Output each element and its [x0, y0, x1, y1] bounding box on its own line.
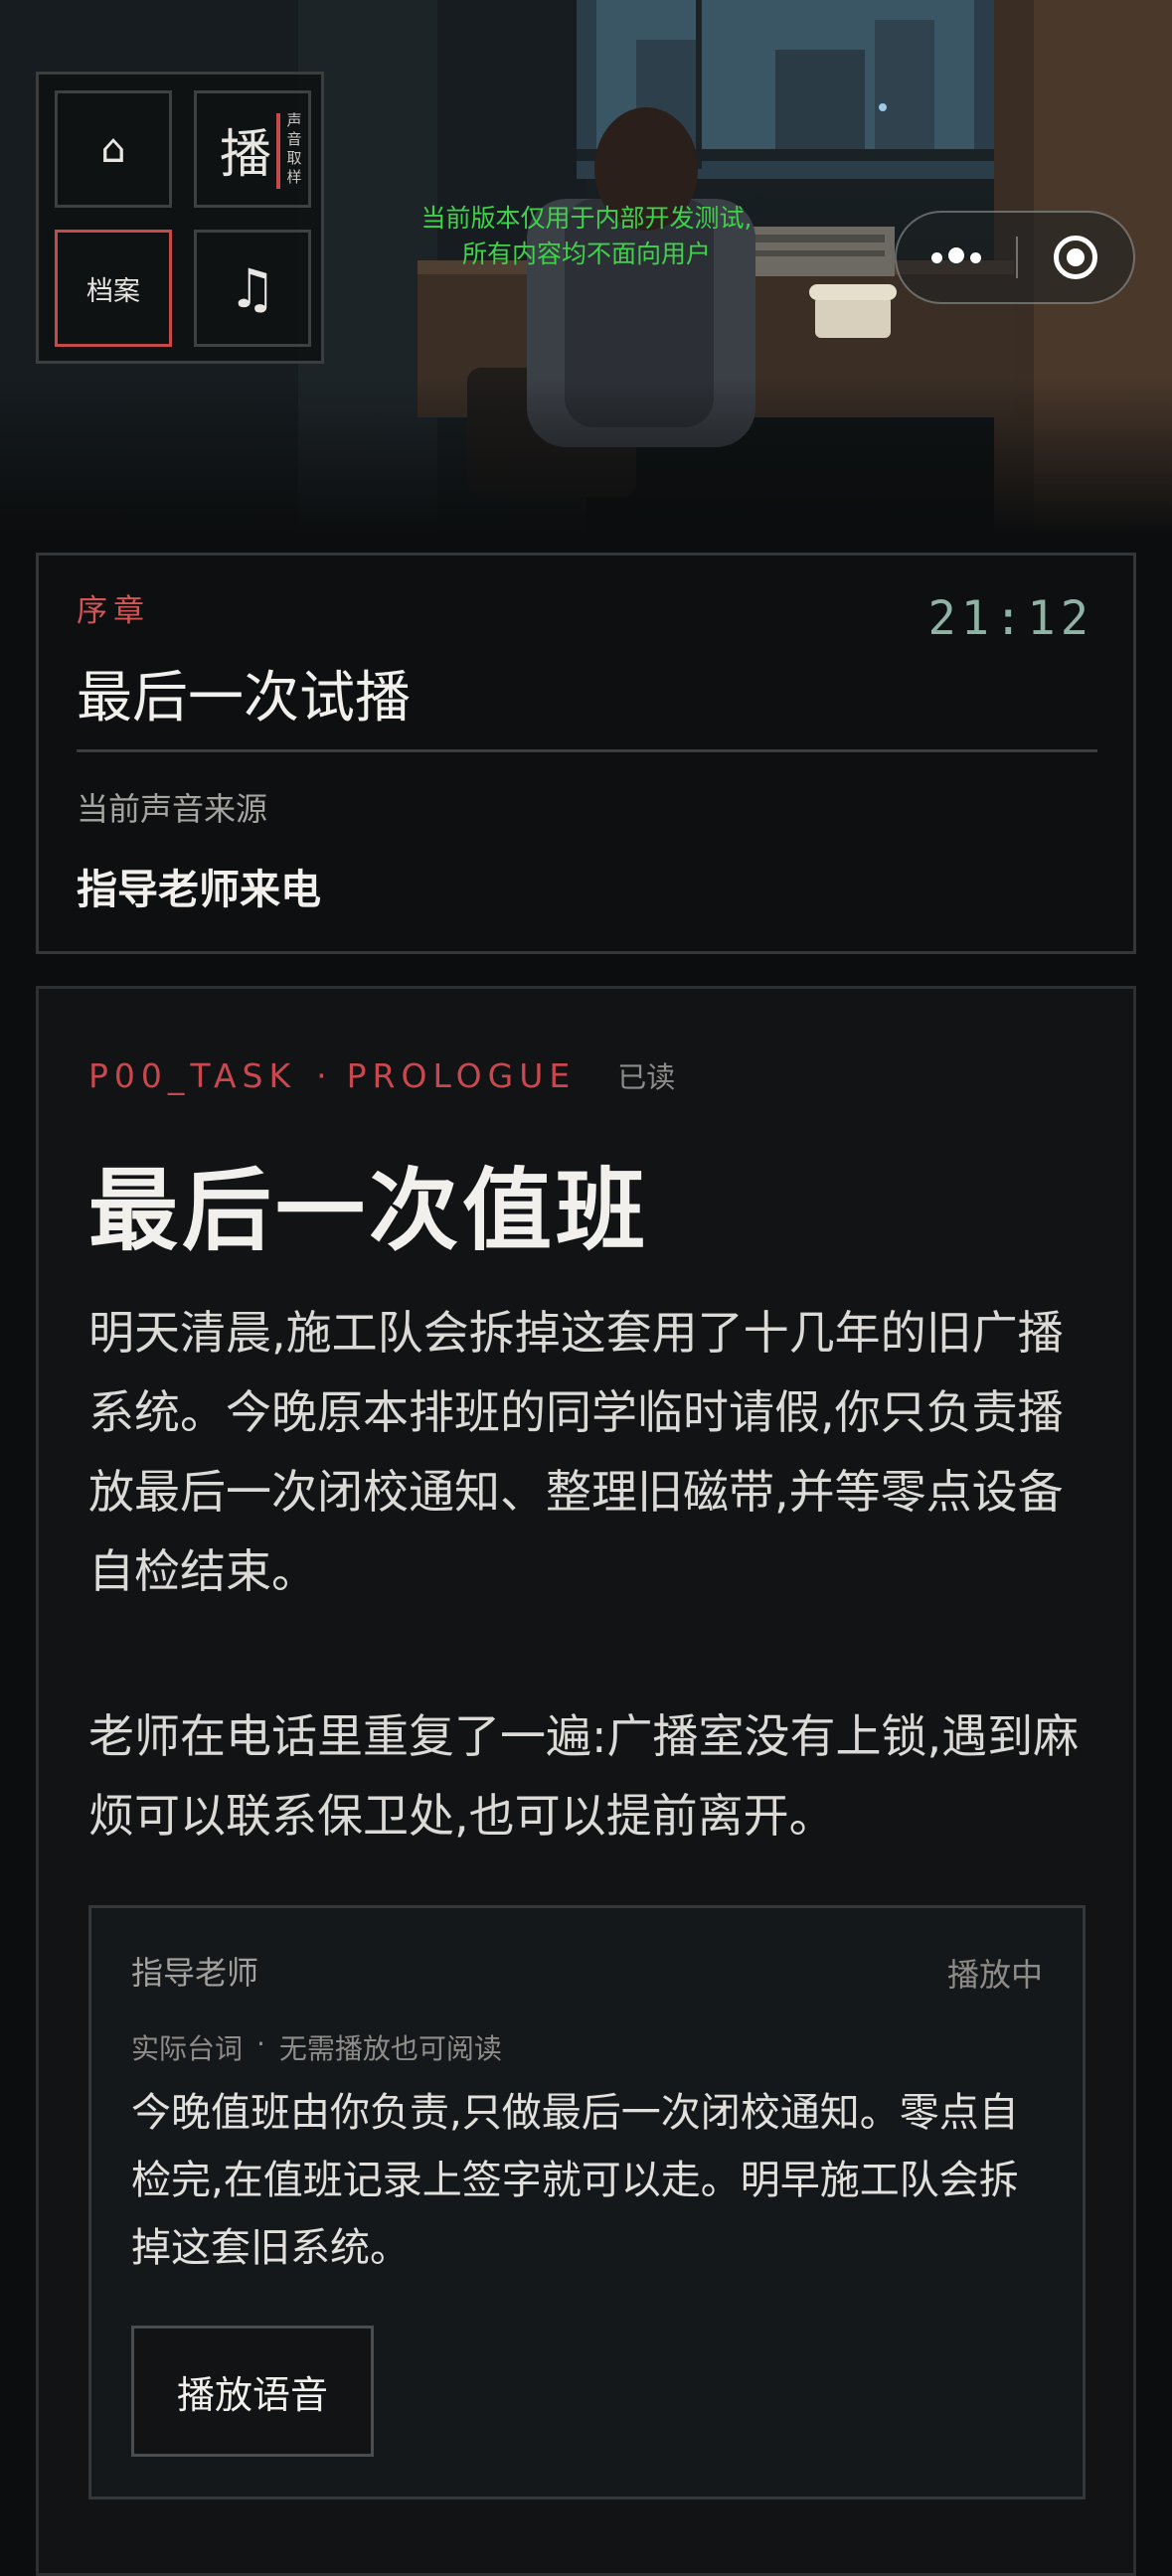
archive-button[interactable]: 档案	[55, 230, 172, 347]
clock-display: 21:12	[927, 591, 1093, 646]
story-card: P00_TASK · PROLOGUE 已读 最后一次值班 明天清晨,施工队会拆…	[36, 986, 1136, 2576]
broadcast-accent-bar	[276, 113, 280, 189]
nav-grid: ⌂ 播 声 音 取 样 档案 ♫	[36, 72, 324, 364]
archive-label: 档案	[86, 275, 140, 307]
task-code: P00_TASK	[88, 1056, 297, 1095]
close-button[interactable]	[1018, 213, 1133, 302]
divider	[77, 749, 1097, 752]
status-card: 序章 最后一次试播 21:12 当前声音来源 指导老师来电	[36, 553, 1136, 954]
home-icon: ⌂	[100, 126, 126, 172]
miniprogram-capsule	[895, 211, 1135, 304]
music-note-icon: ♫	[228, 256, 277, 320]
music-button[interactable]: ♫	[194, 230, 311, 347]
line-subtitle: 实际台词 · 无需播放也可阅读	[131, 2027, 502, 2067]
hero-banner: 当前版本仅用于内部开发测试, 所有内容均不面向用户 ⌂ 播 声 音 取 样 档案…	[0, 0, 1172, 537]
story-paragraph-2: 老师在电话里重复了一遍:广播室没有上锁,遇到麻烦可以联系保卫处,也可以提前离开。	[88, 1709, 1080, 1843]
subtitle-hint: 无需播放也可阅读	[278, 2032, 502, 2065]
home-button[interactable]: ⌂	[55, 90, 172, 208]
chapter-title: 最后一次试播	[77, 666, 411, 730]
dialog-line: 今晚值班由你负责,只做最后一次闭校通知。零点自检完,在值班记录上签字就可以走。明…	[131, 2090, 1019, 2271]
subtitle-label: 实际台词	[131, 2032, 244, 2065]
play-voice-button[interactable]: 播放语音	[131, 2326, 374, 2457]
story-paragraph-1: 明天清晨,施工队会拆掉这套用了十几年的旧广播系统。今晚原本排班的同学临时请假,你…	[88, 1306, 1064, 1598]
target-close-icon	[1054, 236, 1097, 279]
broadcast-button[interactable]: 播 声 音 取 样	[194, 90, 311, 208]
broadcast-label: 播	[219, 124, 271, 185]
source-value: 指导老师来电	[77, 866, 321, 913]
subtitle-separator: ·	[256, 2027, 265, 2060]
task-separator: ·	[316, 1056, 327, 1095]
dev-notice-line1: 当前版本仅用于内部开发测试,	[420, 204, 753, 233]
task-header: P00_TASK · PROLOGUE 已读	[88, 1054, 675, 1096]
more-dots-icon	[928, 247, 984, 267]
task-name: PROLOGUE	[346, 1056, 577, 1095]
broadcast-sub-label: 声 音 取 样	[286, 111, 302, 186]
chapter-tag: 序章	[77, 593, 150, 629]
dev-notice-line2: 所有内容均不面向用户	[461, 240, 711, 268]
dialog-box: 指导老师 播放中 实际台词 · 无需播放也可阅读 今晚值班由你负责,只做最后一次…	[88, 1905, 1086, 2499]
dev-notice: 当前版本仅用于内部开发测试, 所有内容均不面向用户	[358, 201, 815, 272]
playback-status: 播放中	[946, 1956, 1043, 1994]
more-button[interactable]	[897, 213, 1016, 302]
read-status: 已读	[617, 1060, 676, 1094]
story-title: 最后一次值班	[88, 1159, 649, 1263]
source-label: 当前声音来源	[77, 790, 268, 828]
speaker-name: 指导老师	[131, 1954, 259, 1992]
